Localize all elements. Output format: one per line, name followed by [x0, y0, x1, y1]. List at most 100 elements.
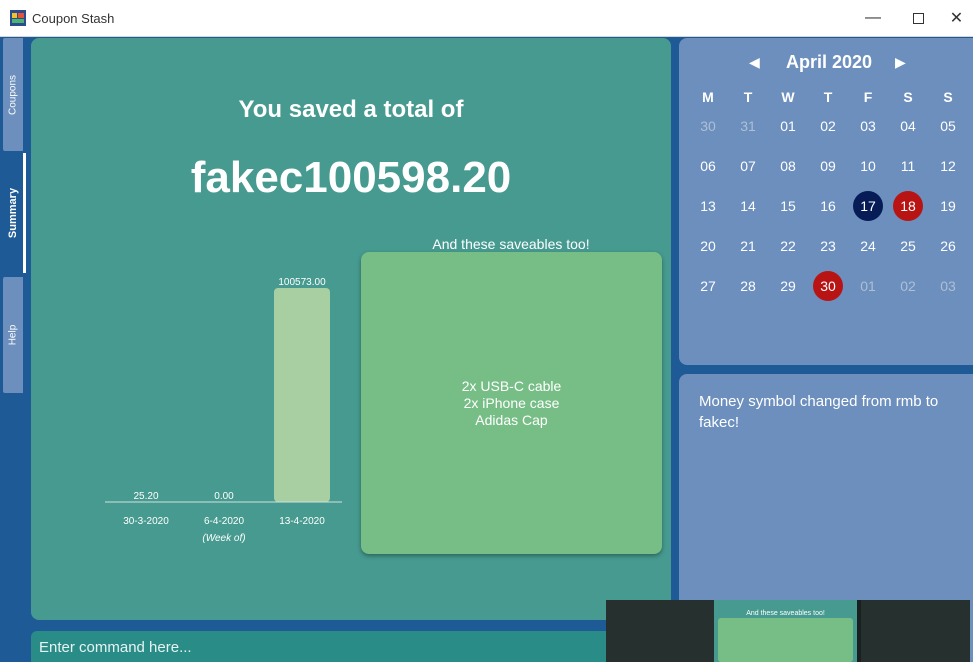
calendar-day-number: 12: [940, 158, 956, 174]
calendar-day[interactable]: 03: [928, 266, 968, 306]
savings-bar-chart: 25.20 30-3-2020 0.00 6-4-2020 100573.00 13-4-…: [105, 277, 342, 544]
tab-summary[interactable]: Summary: [3, 153, 26, 273]
saveable-item: Adidas Cap: [475, 411, 548, 428]
calendar-week-row: 27 28 29 30 01 02 03: [688, 266, 968, 306]
calendar-day[interactable]: 04: [888, 106, 928, 146]
calendar-day-number: 30: [700, 118, 716, 134]
calendar-day-number: 02: [900, 278, 916, 294]
calendar-day[interactable]: 07: [728, 146, 768, 186]
calendar-day[interactable]: 17: [848, 186, 888, 226]
preview-divider: [857, 600, 861, 662]
calendar-day-number: 06: [700, 158, 716, 174]
calendar-day[interactable]: 19: [928, 186, 968, 226]
calendar-day-number: 14: [740, 198, 756, 214]
close-button[interactable]: ✕: [940, 0, 973, 36]
calendar-day[interactable]: 16: [808, 186, 848, 226]
maximize-button[interactable]: [895, 0, 941, 36]
calendar-day-number: 17: [853, 191, 883, 221]
calendar-day-number: 03: [860, 118, 876, 134]
tab-summary-label: Summary: [7, 187, 19, 239]
calendar-day[interactable]: 24: [848, 226, 888, 266]
calendar-day-number: 11: [900, 158, 916, 174]
calendar-day-number: 01: [780, 118, 796, 134]
calendar-day-number: 28: [740, 278, 756, 294]
calendar-day[interactable]: 10: [848, 146, 888, 186]
calendar-day[interactable]: 23: [808, 226, 848, 266]
calendar-day-number: 31: [740, 118, 756, 134]
window-title: Coupon Stash: [32, 11, 115, 26]
calendar-day[interactable]: 26: [928, 226, 968, 266]
calendar-day-number: 10: [860, 158, 876, 174]
calendar-day[interactable]: 27: [688, 266, 728, 306]
app-icon: [10, 10, 26, 26]
calendar-grid: M T W T F S S 30 31 01 02 03 04 05 06 07 08 09 10 11 12 13 14 1…: [688, 87, 968, 306]
tab-coupons-label: Coupons: [7, 74, 19, 115]
calendar-day-number: 20: [700, 238, 716, 254]
calendar-day[interactable]: 22: [768, 226, 808, 266]
savings-heading: You saved a total of: [238, 96, 464, 123]
calendar-day[interactable]: 30: [688, 106, 728, 146]
calendar-day-number: 02: [820, 118, 836, 134]
calendar-day[interactable]: 13: [688, 186, 728, 226]
calendar-day[interactable]: 28: [728, 266, 768, 306]
calendar-day[interactable]: 29: [768, 266, 808, 306]
calendar-week-row: 20 21 22 23 24 25 26: [688, 226, 968, 266]
tab-help[interactable]: Help: [3, 277, 23, 393]
weekday-label: S: [943, 88, 953, 105]
calendar-panel: ◀ April 2020 ▶ M T W T F S S 30 31 01 02 03 04 05 06 07…: [679, 38, 973, 365]
calendar-day[interactable]: 21: [728, 226, 768, 266]
maximize-icon: [912, 12, 924, 24]
calendar-day[interactable]: 03: [848, 106, 888, 146]
minimize-button[interactable]: —: [850, 0, 896, 36]
calendar-day[interactable]: 14: [728, 186, 768, 226]
calendar-day-number: 25: [900, 238, 916, 254]
calendar-day-number: 03: [940, 278, 956, 294]
weekday-label: W: [781, 88, 795, 105]
bar-value-label: 100573.00: [278, 277, 326, 288]
weekday-label: T: [743, 88, 753, 105]
result-message: Money symbol changed from rmb to fakec!: [699, 393, 939, 431]
x-axis-label: (Week of): [202, 533, 245, 544]
calendar-day-number: 07: [740, 158, 756, 174]
calendar-day[interactable]: 02: [808, 106, 848, 146]
calendar-day-number: 05: [940, 118, 956, 134]
calendar-week-row: 13 14 15 16 17 18 19: [688, 186, 968, 226]
calendar-day[interactable]: 30: [808, 266, 848, 306]
calendar-day-number: 01: [860, 278, 876, 294]
saveable-item: 2x USB-C cable: [461, 377, 562, 394]
calendar-day[interactable]: 01: [848, 266, 888, 306]
calendar-day[interactable]: 25: [888, 226, 928, 266]
calendar-day-number: 18: [893, 191, 923, 221]
calendar-day[interactable]: 20: [688, 226, 728, 266]
calendar-day[interactable]: 02: [888, 266, 928, 306]
calendar-day[interactable]: 11: [888, 146, 928, 186]
tab-coupons[interactable]: Coupons: [3, 38, 23, 151]
calendar-month-label: April 2020: [785, 52, 873, 72]
calendar-day[interactable]: 31: [728, 106, 768, 146]
weekday-label: M: [702, 88, 714, 105]
preview-thumbnail[interactable]: And these saveables too!: [714, 600, 857, 662]
calendar-day[interactable]: 09: [808, 146, 848, 186]
calendar-day-number: 30: [813, 271, 843, 301]
taskbar-preview[interactable]: And these saveables too!: [606, 600, 970, 662]
prev-month-icon[interactable]: ◀: [749, 54, 760, 71]
calendar-day[interactable]: 06: [688, 146, 728, 186]
command-input[interactable]: [39, 635, 599, 659]
weekday-label: S: [903, 88, 913, 105]
calendar-day[interactable]: 08: [768, 146, 808, 186]
calendar-day[interactable]: 15: [768, 186, 808, 226]
weekday-label: T: [823, 88, 833, 105]
savings-total: fakec100598.20: [190, 153, 512, 202]
calendar-day[interactable]: 01: [768, 106, 808, 146]
calendar-week-row: 06 07 08 09 10 11 12: [688, 146, 968, 186]
calendar-day-number: 24: [860, 238, 876, 254]
calendar-day[interactable]: 12: [928, 146, 968, 186]
calendar-day[interactable]: 05: [928, 106, 968, 146]
saveables-title: And these saveables too!: [432, 236, 590, 252]
next-month-icon[interactable]: ▶: [895, 54, 906, 71]
title-bar: Coupon Stash — ✕: [0, 0, 973, 37]
minimize-icon: —: [865, 9, 881, 26]
summary-panel: You saved a total of fakec100598.20 25.2…: [31, 38, 671, 620]
calendar-day[interactable]: 18: [888, 186, 928, 226]
close-icon: ✕: [949, 10, 964, 27]
